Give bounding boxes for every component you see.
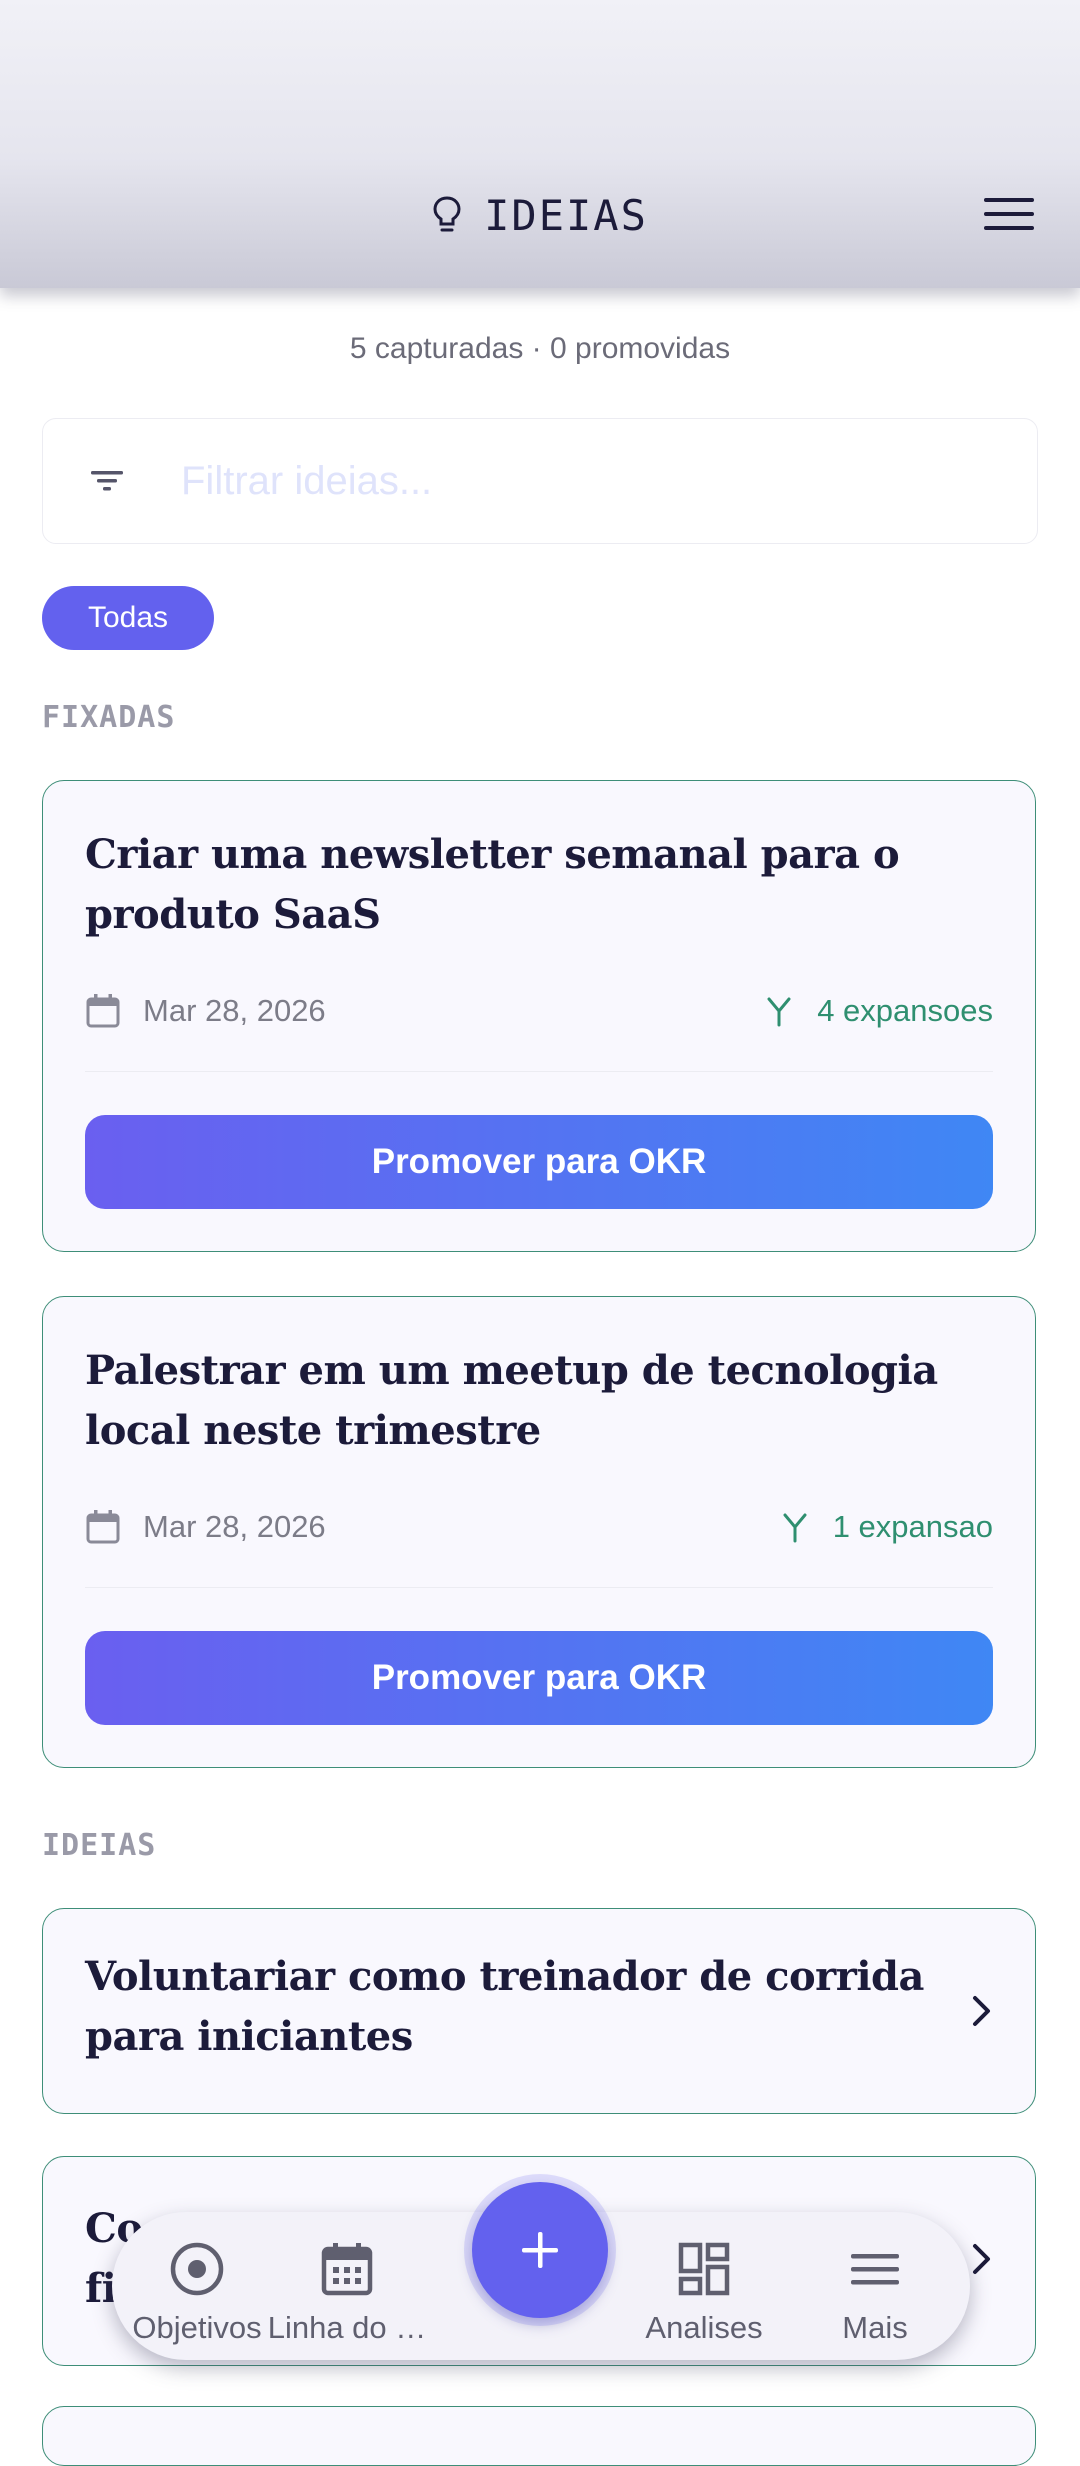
idea-title: Voluntariar como treinador de corrida pa… <box>85 1953 924 2060</box>
expansions-text: 1 expansao <box>832 1509 993 1544</box>
nav-mais[interactable]: Mais <box>790 2230 960 2350</box>
ideas-summary: 5 capturadas · 0 promovidas <box>349 332 731 365</box>
page-title: IDEIAS <box>484 190 648 240</box>
filter-icon <box>91 471 123 491</box>
add-idea-button[interactable] <box>472 2182 608 2318</box>
promote-to-okr-button[interactable]: Promover para OKR <box>85 1115 993 1209</box>
nav-label: Objetivos <box>132 2310 262 2345</box>
idea-date: Mar 28, 2026 <box>143 1509 326 1544</box>
lightbulb-icon <box>433 196 461 232</box>
expansions-count: 4 expansoes <box>763 993 993 1029</box>
filter-input[interactable] <box>179 457 1037 505</box>
dashboard-icon <box>678 2242 730 2296</box>
target-icon <box>170 2242 224 2296</box>
idea-list-item[interactable]: Voluntariar como treinador de corrida pa… <box>42 1908 1036 2114</box>
nav-label: Mais <box>842 2310 908 2345</box>
app-title: IDEIAS <box>0 180 1080 250</box>
branch-icon <box>767 997 791 1027</box>
calendar-icon <box>86 994 120 1028</box>
nav-label: Analises <box>645 2310 763 2345</box>
hamburger-icon[interactable] <box>984 194 1034 234</box>
nav-objetivos[interactable]: Objetivos <box>112 2230 282 2350</box>
menu-icon <box>851 2254 899 2285</box>
idea-meta: Mar 28, 2026 1 expansao <box>85 1507 993 1547</box>
nav-analises[interactable]: Analises <box>619 2230 789 2350</box>
calendar-icon <box>86 1510 120 1544</box>
plus-icon <box>522 2232 558 2268</box>
section-label-pinned: FIXADAS <box>42 700 176 735</box>
card-divider <box>85 1071 993 1072</box>
idea-title: Palestrar em um meetup de tecnologia loc… <box>85 1347 938 1454</box>
app-bar: IDEIAS <box>0 0 1080 288</box>
calendar-icon <box>321 2243 373 2296</box>
section-label-ideas: IDEIAS <box>42 1828 157 1863</box>
chip-todas[interactable]: Todas <box>42 586 214 650</box>
chevron-right-icon <box>973 1996 990 2026</box>
promote-to-okr-button[interactable]: Promover para OKR <box>85 1631 993 1725</box>
idea-list-item[interactable] <box>42 2406 1036 2466</box>
idea-date: Mar 28, 2026 <box>143 993 326 1028</box>
pinned-idea-card[interactable]: Palestrar em um meetup de tecnologia loc… <box>42 1296 1036 1768</box>
pinned-idea-card[interactable]: Criar uma newsletter semanal para o prod… <box>42 780 1036 1252</box>
card-divider <box>85 1587 993 1588</box>
idea-title: Criar uma newsletter semanal para o prod… <box>85 831 900 938</box>
expansions-count: 1 expansao <box>779 1509 993 1545</box>
filter-box[interactable] <box>42 418 1038 544</box>
branch-icon <box>783 1513 807 1543</box>
idea-meta: Mar 28, 2026 4 expansoes <box>85 991 993 1031</box>
nav-label: Linha do … <box>267 2310 427 2345</box>
expansions-text: 4 expansoes <box>817 993 993 1028</box>
nav-linha-do-tempo[interactable]: Linha do … <box>262 2230 432 2350</box>
